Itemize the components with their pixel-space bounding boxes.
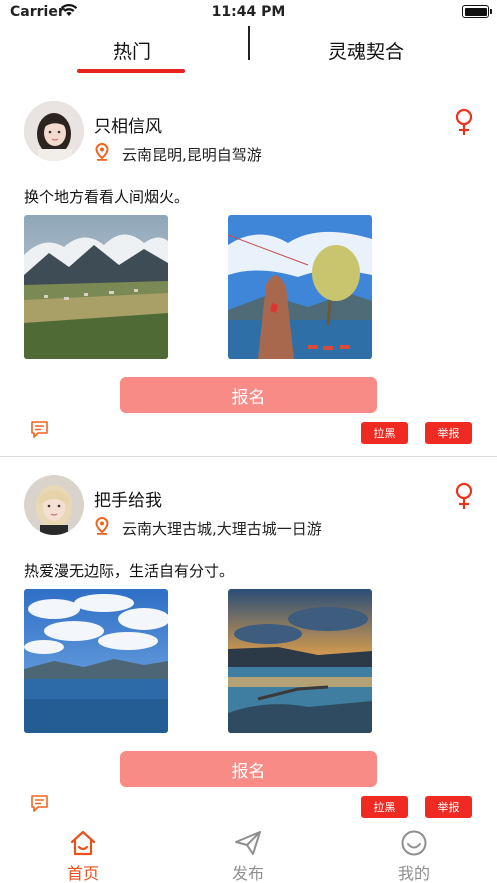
post-card: 把手给我 云南大理古城,大理古城一日游 热爱漫无边际，生活自有分寸。 报名 拉黑… (0, 472, 497, 824)
report-button[interactable]: 举报 (425, 796, 472, 818)
avatar[interactable] (24, 475, 84, 535)
post-divider (0, 456, 497, 457)
feed[interactable]: 只相信风 云南昆明,昆明自驾游 换个地方看看人间烟火。 报名 拉黑 举报 把手给… (0, 74, 497, 824)
block-button[interactable]: 拉黑 (361, 796, 408, 818)
clock: 11:44 PM (211, 4, 286, 20)
post-text: 换个地方看看人间烟火。 (24, 188, 190, 206)
location-pin-icon (95, 143, 109, 161)
location-text: 云南昆明,昆明自驾游 (122, 146, 262, 164)
paper-plane-icon (235, 831, 261, 855)
tab-hot[interactable]: 热门 (32, 26, 232, 74)
signup-button[interactable]: 报名 (120, 377, 377, 413)
top-tabs: 热门 灵魂契合 (0, 26, 497, 74)
tab-home-label: 首页 (66, 864, 99, 883)
post-photo[interactable] (228, 215, 372, 359)
post-photo[interactable] (228, 589, 372, 733)
post-photo[interactable] (24, 589, 168, 733)
female-icon (455, 482, 473, 509)
username[interactable]: 把手给我 (94, 486, 162, 511)
post-photo[interactable] (24, 215, 168, 359)
female-icon (455, 108, 473, 135)
home-icon (70, 830, 96, 856)
tab-mine-label: 我的 (397, 864, 430, 883)
tab-mine[interactable]: 我的 (354, 824, 474, 883)
report-button[interactable]: 举报 (425, 422, 472, 444)
tab-divider (248, 26, 250, 60)
comment-icon[interactable] (30, 420, 49, 439)
status-bar: Carrier 11:44 PM (0, 0, 497, 26)
block-button[interactable]: 拉黑 (361, 422, 408, 444)
battery-icon (462, 5, 492, 18)
signup-button[interactable]: 报名 (120, 751, 377, 787)
username[interactable]: 只相信风 (94, 112, 162, 137)
location-text: 云南大理古城,大理古城一日游 (122, 520, 322, 538)
tab-publish-label: 发布 (231, 864, 264, 883)
location-pin-icon (95, 517, 109, 535)
tab-home[interactable]: 首页 (23, 824, 143, 883)
post-text: 热爱漫无边际，生活自有分寸。 (24, 562, 235, 580)
tab-publish[interactable]: 发布 (188, 824, 308, 883)
post-card: 只相信风 云南昆明,昆明自驾游 换个地方看看人间烟火。 报名 拉黑 举报 (0, 98, 497, 474)
avatar[interactable] (24, 101, 84, 161)
tab-soul-match[interactable]: 灵魂契合 (266, 26, 466, 74)
comment-icon[interactable] (30, 794, 49, 813)
bottom-tab-bar: 首页 发布 我的 (0, 824, 497, 883)
active-tab-indicator (77, 69, 185, 73)
smiley-face-icon (401, 830, 427, 856)
